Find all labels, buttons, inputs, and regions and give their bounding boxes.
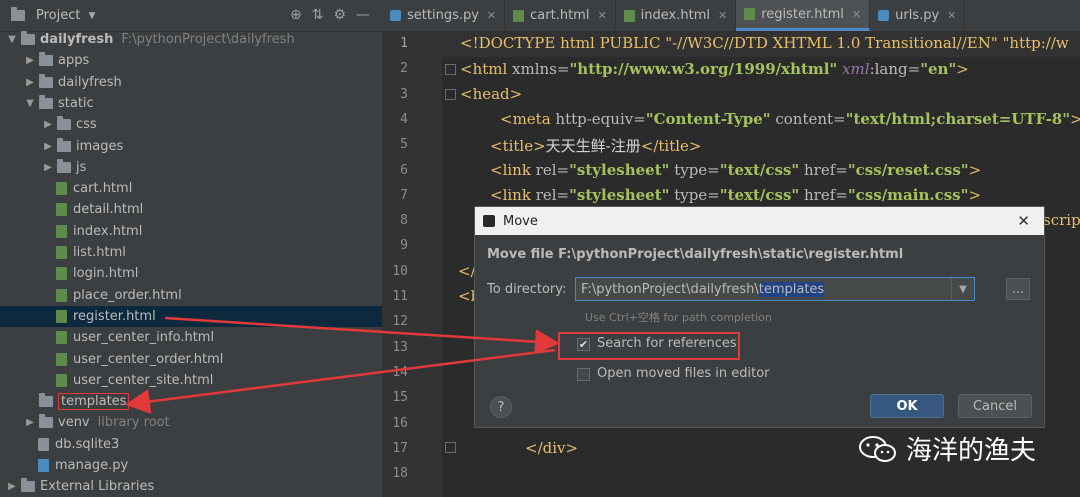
arrow-to-templates (125, 348, 556, 414)
annotation-arrows (125, 316, 560, 414)
arrow-to-search-refs (164, 316, 560, 355)
watermark: 海洋的渔夫 (858, 430, 1036, 467)
wechat-icon (859, 435, 896, 462)
watermark-text: 海洋的渔夫 (906, 436, 1037, 466)
